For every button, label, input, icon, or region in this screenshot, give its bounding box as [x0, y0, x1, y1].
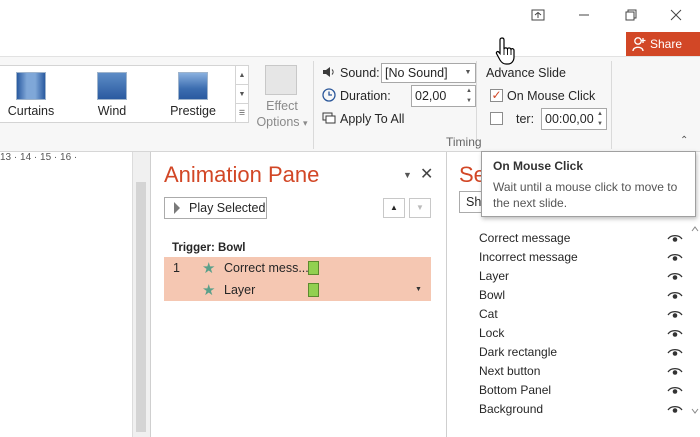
selection-item[interactable]: Correct message	[479, 231, 570, 245]
tooltip: On Mouse Click Wait until a mouse click …	[481, 151, 696, 217]
apply-to-all-button[interactable]: Apply To All	[340, 112, 404, 126]
animation-row[interactable]: ★ Layer ▼	[164, 279, 431, 301]
selection-item[interactable]: Bowl	[479, 288, 505, 302]
selection-item[interactable]: Incorrect message	[479, 250, 578, 264]
pane-divider	[446, 152, 447, 437]
ribbon-display-options-icon[interactable]	[524, 4, 552, 26]
sound-icon	[322, 65, 336, 79]
transition-label-prestige[interactable]: Prestige	[164, 104, 222, 118]
play-selected-label: Play Selected	[189, 201, 266, 215]
selection-item[interactable]: Lock	[479, 326, 504, 340]
star-effect-icon: ★	[202, 282, 216, 299]
trigger-heading: Trigger: Bowl	[172, 242, 246, 254]
group-separator	[313, 61, 314, 149]
pane-divider	[150, 152, 151, 437]
gallery-down-icon[interactable]: ▼	[236, 85, 248, 104]
after-label: ter:	[516, 112, 535, 126]
share-label: Share	[650, 37, 683, 51]
visibility-eye-icon[interactable]	[667, 367, 683, 377]
after-value: 00:00,00	[545, 112, 594, 126]
advance-slide-heading: Advance Slide	[486, 66, 566, 80]
stepper-up-icon[interactable]: ▲	[463, 86, 475, 96]
ruler: 13 · 14 · 15 · 16 ·	[0, 152, 78, 163]
wind-transition-icon[interactable]	[97, 72, 127, 100]
title-bar	[0, 0, 700, 32]
effect-options-icon[interactable]	[265, 65, 297, 95]
collapse-ribbon-icon[interactable]: ⌃	[680, 135, 688, 146]
transition-gallery: Curtains Wind Prestige	[0, 65, 236, 123]
stepper-up-icon[interactable]: ▲	[594, 109, 606, 119]
pane-options-icon[interactable]: ▼	[403, 170, 412, 180]
restore-icon[interactable]	[617, 4, 645, 26]
visibility-eye-icon[interactable]	[667, 348, 683, 358]
visibility-eye-icon[interactable]	[667, 272, 683, 282]
selection-item[interactable]: Cat	[479, 307, 498, 321]
transition-label-wind[interactable]: Wind	[83, 104, 141, 118]
gallery-more-icon[interactable]: ☰	[236, 104, 248, 123]
visibility-eye-icon[interactable]	[667, 253, 683, 263]
tooltip-title: On Mouse Click	[493, 159, 584, 173]
sound-label: Sound:	[340, 66, 380, 80]
tooltip-description: Wait until a mouse click to move to the …	[493, 180, 678, 210]
animation-name: Layer	[224, 283, 256, 297]
duration-stepper[interactable]: 02,00 ▲ ▼	[411, 85, 476, 107]
timeline-bar[interactable]	[308, 261, 319, 275]
animation-order: 1	[173, 261, 180, 275]
sound-dropdown[interactable]: [No Sound] ▼	[381, 63, 476, 83]
hand-cursor-icon	[495, 37, 515, 65]
effect-options-label-2[interactable]: Options ▾	[254, 115, 310, 129]
selection-item[interactable]: Dark rectangle	[479, 345, 557, 359]
slide-area	[0, 152, 150, 437]
visibility-eye-icon[interactable]	[667, 405, 683, 415]
selection-scrollbar[interactable]	[690, 225, 700, 415]
duration-value: 02,00	[415, 89, 447, 103]
stepper-down-icon[interactable]: ▼	[463, 96, 475, 106]
selection-item[interactable]: Bottom Panel	[479, 383, 551, 397]
close-window-icon[interactable]	[662, 4, 690, 26]
sound-value: [No Sound]	[385, 66, 448, 80]
animation-row[interactable]: 1 ★ Correct mess...	[164, 257, 431, 279]
play-icon	[174, 202, 180, 214]
visibility-eye-icon[interactable]	[667, 234, 683, 244]
gallery-scroll[interactable]: ▲ ▼ ☰	[235, 65, 249, 123]
play-selected-button[interactable]: Play Selected	[164, 197, 267, 219]
effect-options-label[interactable]: Effect	[254, 99, 310, 113]
star-effect-icon: ★	[202, 260, 216, 277]
transition-label-curtains[interactable]: Curtains	[2, 104, 60, 118]
visibility-eye-icon[interactable]	[667, 291, 683, 301]
scroll-thumb[interactable]	[136, 182, 146, 432]
duration-label: Duration:	[340, 89, 391, 103]
slide-scrollbar[interactable]	[132, 152, 150, 437]
gallery-up-icon[interactable]: ▲	[236, 66, 248, 85]
prestige-transition-icon[interactable]	[178, 72, 208, 100]
selection-item[interactable]: Next button	[479, 364, 540, 378]
close-icon[interactable]: ✕	[420, 164, 433, 184]
group-separator	[611, 61, 612, 149]
person-add-icon	[632, 37, 646, 52]
curtains-transition-icon[interactable]	[16, 72, 46, 100]
visibility-eye-icon[interactable]	[667, 310, 683, 320]
move-down-button[interactable]: ▼	[409, 198, 431, 218]
timing-group-label: Timing	[446, 135, 482, 149]
share-button[interactable]: Share	[626, 32, 700, 56]
chevron-down-icon[interactable]: ▼	[415, 286, 422, 293]
visibility-eye-icon[interactable]	[667, 329, 683, 339]
animation-pane-title: Animation Pane	[164, 162, 320, 187]
minimize-icon[interactable]	[570, 4, 598, 26]
selection-item[interactable]: Background	[479, 402, 543, 416]
on-mouse-click-checkbox[interactable]: ✓	[490, 89, 503, 102]
clock-icon	[322, 88, 336, 102]
ribbon: Curtains Wind Prestige ▲ ▼ ☰ Effect Opti…	[0, 56, 700, 152]
selection-item[interactable]: Layer	[479, 269, 509, 283]
on-mouse-click-label[interactable]: On Mouse Click	[507, 89, 595, 103]
apply-to-all-icon	[322, 111, 336, 125]
timeline-bar[interactable]	[308, 283, 319, 297]
after-stepper[interactable]: 00:00,00 ▲ ▼	[541, 108, 607, 130]
stepper-down-icon[interactable]: ▼	[594, 119, 606, 129]
after-checkbox[interactable]	[490, 112, 503, 125]
chevron-down-icon: ▼	[464, 69, 472, 76]
visibility-eye-icon[interactable]	[667, 386, 683, 396]
animation-name: Correct mess...	[224, 261, 309, 275]
move-up-button[interactable]: ▲	[383, 198, 405, 218]
